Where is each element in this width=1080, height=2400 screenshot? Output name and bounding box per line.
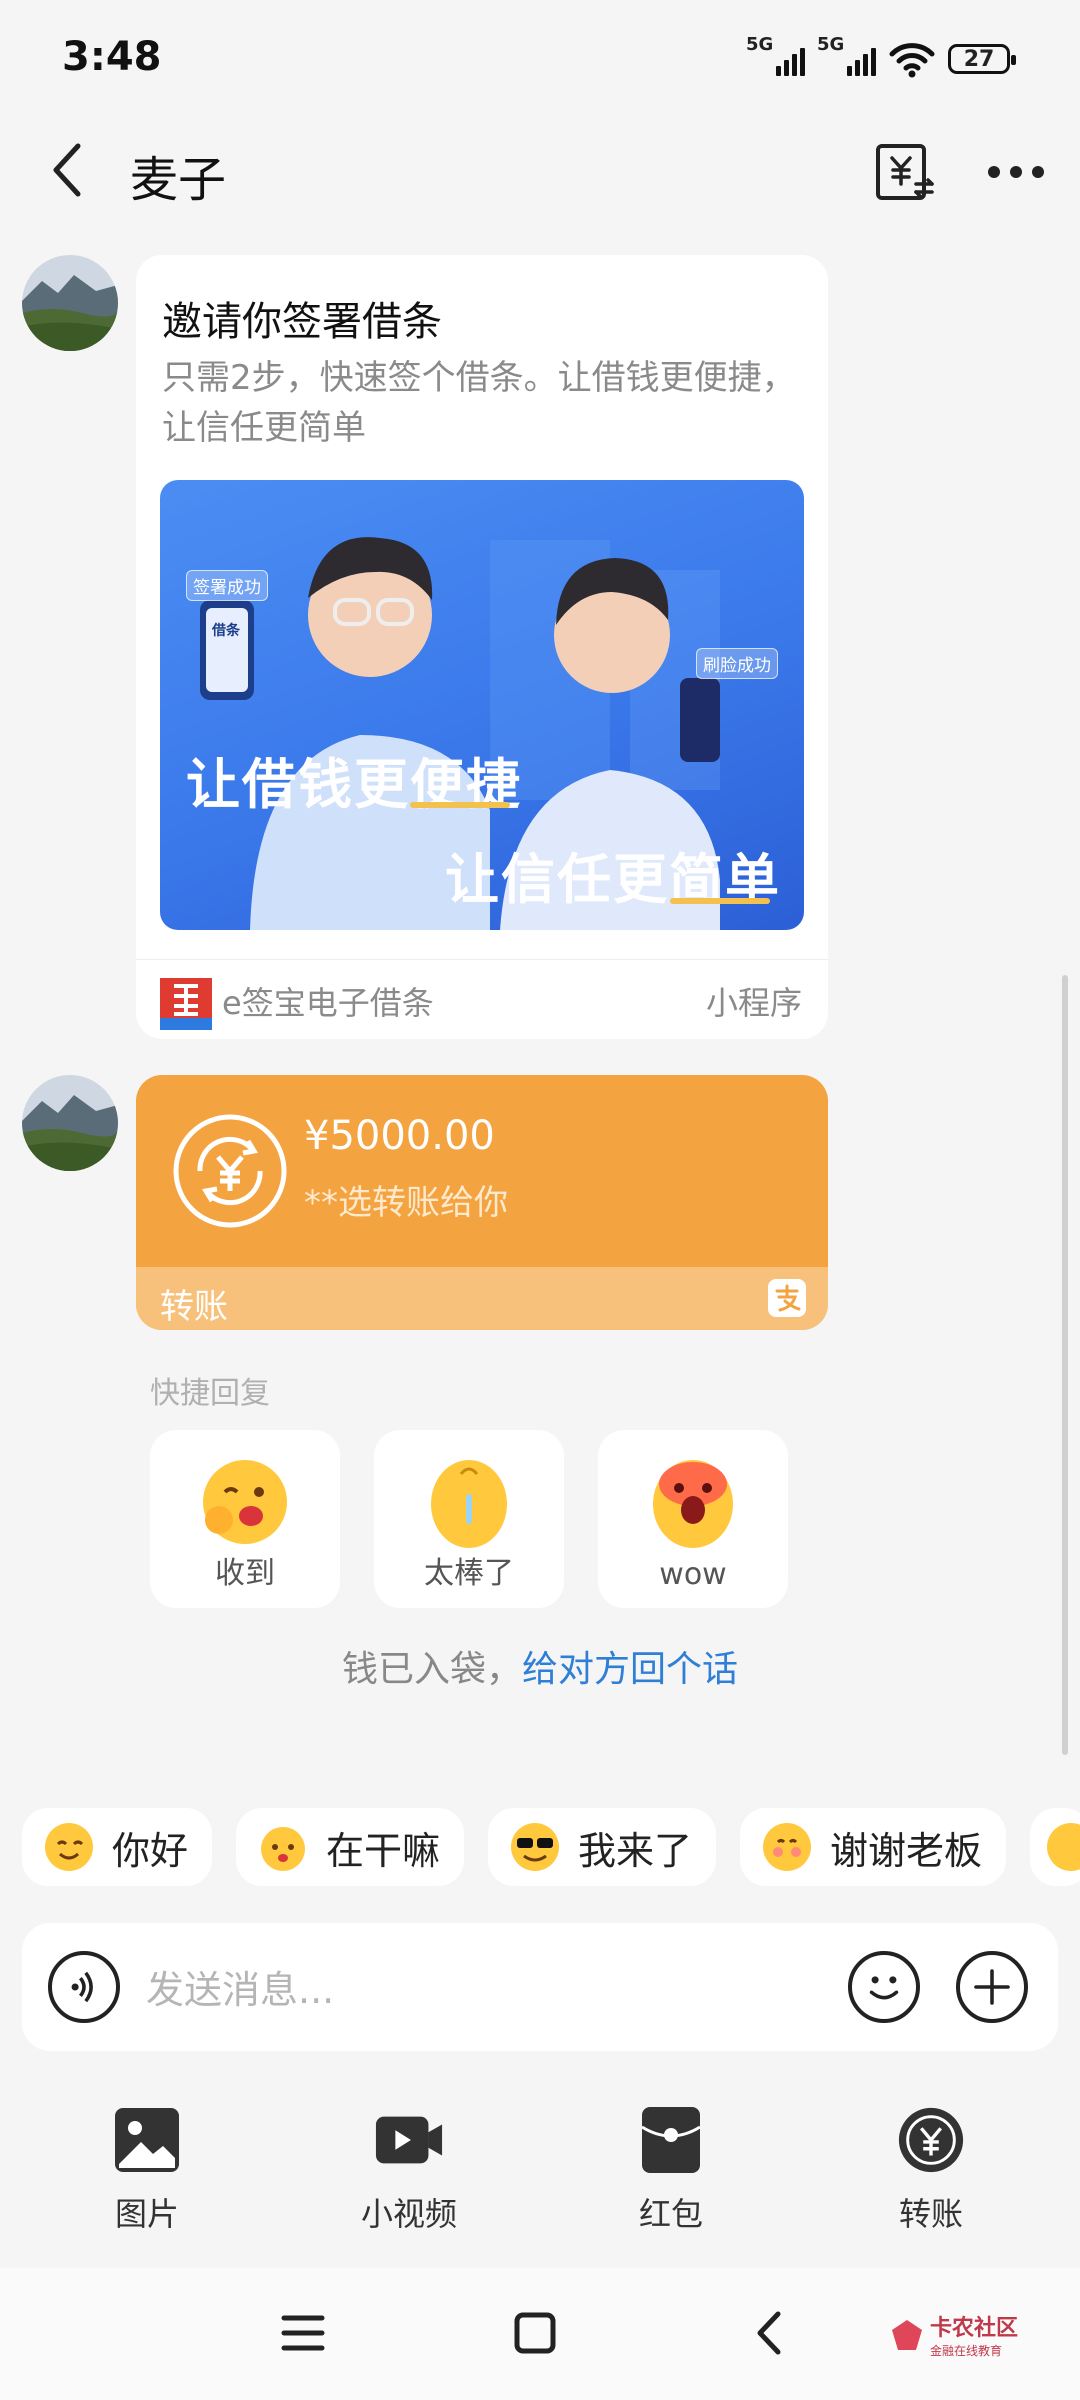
- bill-icon[interactable]: [872, 140, 936, 204]
- quick-reply-great[interactable]: 太棒了: [374, 1430, 564, 1608]
- transfer-circle-icon: [173, 1114, 287, 1228]
- partial-emoji-icon: [1047, 1823, 1080, 1871]
- home-nav-icon[interactable]: [512, 2310, 558, 2356]
- invite-title: 邀请你签署借条: [162, 299, 442, 345]
- voice-icon[interactable]: [48, 1951, 120, 2023]
- awe-emoji-icon: [431, 1460, 507, 1548]
- sunglasses-emoji-icon: [511, 1823, 559, 1871]
- video-icon: [375, 2116, 443, 2164]
- chip-thanks-boss[interactable]: 谢谢老板: [740, 1808, 1007, 1886]
- back-nav-icon[interactable]: [748, 2310, 794, 2356]
- tool-label: 图片: [114, 2195, 179, 2233]
- red-packet-icon: [641, 2107, 701, 2173]
- message-input-bar: 发送消息...: [22, 1923, 1058, 2051]
- shocked-emoji-icon: [653, 1460, 733, 1548]
- mini-program-tag: 小程序: [705, 984, 802, 1022]
- received-text: 钱已入袋，: [341, 1649, 522, 1690]
- emoji-icon[interactable]: [848, 1951, 920, 2023]
- transfer-icon: [898, 2107, 964, 2173]
- loan-invite-card[interactable]: 邀请你签署借条 只需2步，快速签个借条。让借钱更便捷，让信任更简单 签署成功 刷…: [136, 255, 828, 1039]
- chip-here-i-come[interactable]: 我来了: [488, 1808, 717, 1886]
- transfer-subtitle: **选转账给你: [304, 1183, 508, 1223]
- wink-ok-emoji-icon: [203, 1460, 287, 1544]
- tool-red-packet[interactable]: 红包: [596, 2105, 746, 2235]
- tool-video[interactable]: 小视频: [334, 2105, 484, 2235]
- battery-icon: 27: [948, 44, 1016, 74]
- phone-screen-text: 借条: [212, 623, 240, 639]
- tool-label: 小视频: [360, 2195, 457, 2233]
- watermark-text: 卡农社区: [929, 2316, 1018, 2341]
- signal-icon-2: 5G: [817, 34, 876, 76]
- banner-underline-1: [410, 802, 510, 808]
- quick-reply-label: wow: [659, 1557, 727, 1592]
- status-time: 3:48: [62, 34, 162, 80]
- chip-more[interactable]: [1030, 1808, 1080, 1886]
- avatar-landscape-icon: [22, 1075, 118, 1171]
- transfer-amount: ¥5000.00: [304, 1113, 495, 1159]
- quick-reply-received[interactable]: 收到: [150, 1430, 340, 1608]
- transfer-card-footer: 转账: [136, 1267, 828, 1330]
- mini-program-name: e签宝电子借条: [222, 984, 434, 1022]
- avatar[interactable]: [22, 255, 118, 351]
- network-type-label-2: 5G: [817, 34, 845, 55]
- signal-icon: 5G: [746, 34, 805, 76]
- tool-label: 红包: [638, 2195, 703, 2233]
- tool-label: 转账: [898, 2195, 963, 2233]
- chip-label: 谢谢老板: [830, 1828, 983, 1873]
- chip-label: 我来了: [578, 1828, 693, 1873]
- thanks-emoji-icon: [763, 1823, 811, 1871]
- invite-banner: 签署成功 刷脸成功 借条 让借钱更便捷 让信任更简单: [160, 480, 804, 930]
- more-icon[interactable]: [984, 140, 1048, 204]
- avatar[interactable]: [22, 1075, 118, 1171]
- chat-title: 麦子: [130, 152, 227, 208]
- chip-hello[interactable]: 你好: [22, 1808, 213, 1886]
- esign-logo-icon: [160, 978, 212, 1030]
- image-icon: [115, 2108, 179, 2172]
- transfer-label: 转账: [160, 1287, 228, 1327]
- quick-reply-label: 收到: [215, 1556, 275, 1591]
- quick-reply-title: 快捷回复: [150, 1376, 270, 1411]
- message-input[interactable]: 发送消息...: [146, 1959, 334, 2014]
- network-type-label: 5G: [746, 34, 774, 55]
- banner-underline-2: [670, 898, 770, 904]
- menu-nav-icon[interactable]: [280, 2310, 326, 2356]
- reply-link[interactable]: 给对方回个话: [522, 1649, 738, 1690]
- wifi-icon: [889, 43, 935, 78]
- chip-what-doing[interactable]: 在干嘛: [236, 1808, 465, 1886]
- alipay-icon: [768, 1279, 806, 1317]
- quick-reply-wow[interactable]: wow: [598, 1430, 788, 1608]
- scrollbar[interactable]: [1062, 975, 1068, 1755]
- status-icons: 5G 5G 27: [746, 34, 1016, 78]
- transfer-card[interactable]: ¥5000.00 **选转账给你 转账: [136, 1075, 828, 1330]
- chip-label: 你好: [112, 1828, 189, 1873]
- watermark-logo-icon: [891, 2319, 922, 2350]
- mini-program-footer[interactable]: e签宝电子借条 小程序: [136, 959, 828, 1039]
- tool-image[interactable]: 图片: [72, 2105, 222, 2235]
- avatar-landscape-icon: [22, 255, 118, 351]
- signed-badge: 签署成功: [186, 570, 268, 601]
- invite-description: 只需2步，快速签个借条。让借钱更便捷，让信任更简单: [162, 358, 796, 448]
- curious-emoji-icon: [261, 1827, 305, 1871]
- watermark: 卡农社区 金融在线教育: [890, 2310, 1018, 2359]
- quick-reply-label: 太棒了: [424, 1556, 514, 1591]
- plus-icon[interactable]: [956, 1951, 1028, 2023]
- tool-transfer[interactable]: 转账: [856, 2105, 1006, 2235]
- chip-label: 在干嘛: [326, 1828, 441, 1873]
- back-button[interactable]: [44, 140, 94, 200]
- face-verified-badge: 刷脸成功: [696, 648, 778, 679]
- battery-level: 27: [963, 46, 995, 72]
- watermark-subtext: 金融在线教育: [929, 2344, 1002, 2358]
- received-notice: 钱已入袋，给对方回个话: [0, 1640, 1080, 1692]
- hello-emoji-icon: [45, 1823, 93, 1871]
